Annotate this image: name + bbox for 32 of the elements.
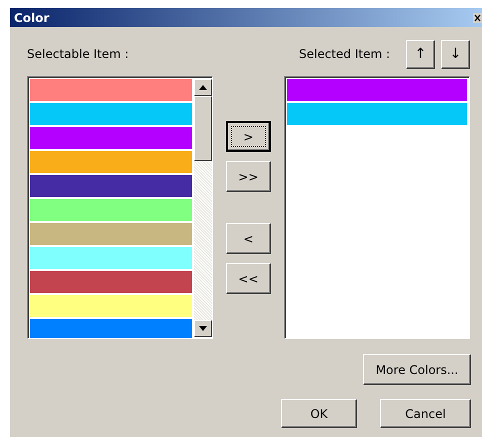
down-triangle-icon xyxy=(199,326,208,331)
move-button[interactable]: > xyxy=(226,121,271,152)
color-swatch[interactable] xyxy=(30,319,192,338)
cancel-button[interactable]: Cancel xyxy=(380,399,471,428)
scroll-thumb[interactable] xyxy=(194,96,212,161)
color-swatch[interactable] xyxy=(30,295,192,317)
color-swatch[interactable] xyxy=(30,79,192,101)
order-button[interactable]: ↑ xyxy=(406,40,435,68)
more-colors-button[interactable]: More Colors... xyxy=(363,354,471,385)
ok-button[interactable]: OK xyxy=(281,399,357,428)
color-swatch[interactable] xyxy=(286,103,467,125)
move-button[interactable]: < xyxy=(226,223,271,254)
color-swatch[interactable] xyxy=(30,151,192,173)
color-swatch[interactable] xyxy=(30,247,192,269)
color-swatch[interactable] xyxy=(30,223,192,245)
scroll-down-button[interactable] xyxy=(194,320,212,337)
color-swatch[interactable] xyxy=(30,127,192,149)
color-swatch[interactable] xyxy=(286,79,467,101)
selectable-label: Selectable Item : xyxy=(27,47,129,61)
close-icon[interactable] xyxy=(473,12,482,22)
move-button[interactable]: << xyxy=(226,263,271,294)
color-swatch[interactable] xyxy=(30,175,192,197)
move-button[interactable]: >> xyxy=(226,161,271,192)
color-swatch[interactable] xyxy=(30,103,192,125)
selected-label: Selected Item : xyxy=(298,47,390,61)
scroll-up-button[interactable] xyxy=(194,79,212,96)
scrollbar[interactable] xyxy=(194,79,212,337)
color-swatch[interactable] xyxy=(30,199,192,221)
color-swatch[interactable] xyxy=(30,271,192,293)
window-title: Color xyxy=(13,10,50,24)
up-triangle-icon xyxy=(199,85,208,90)
order-button[interactable]: ↓ xyxy=(441,40,470,68)
